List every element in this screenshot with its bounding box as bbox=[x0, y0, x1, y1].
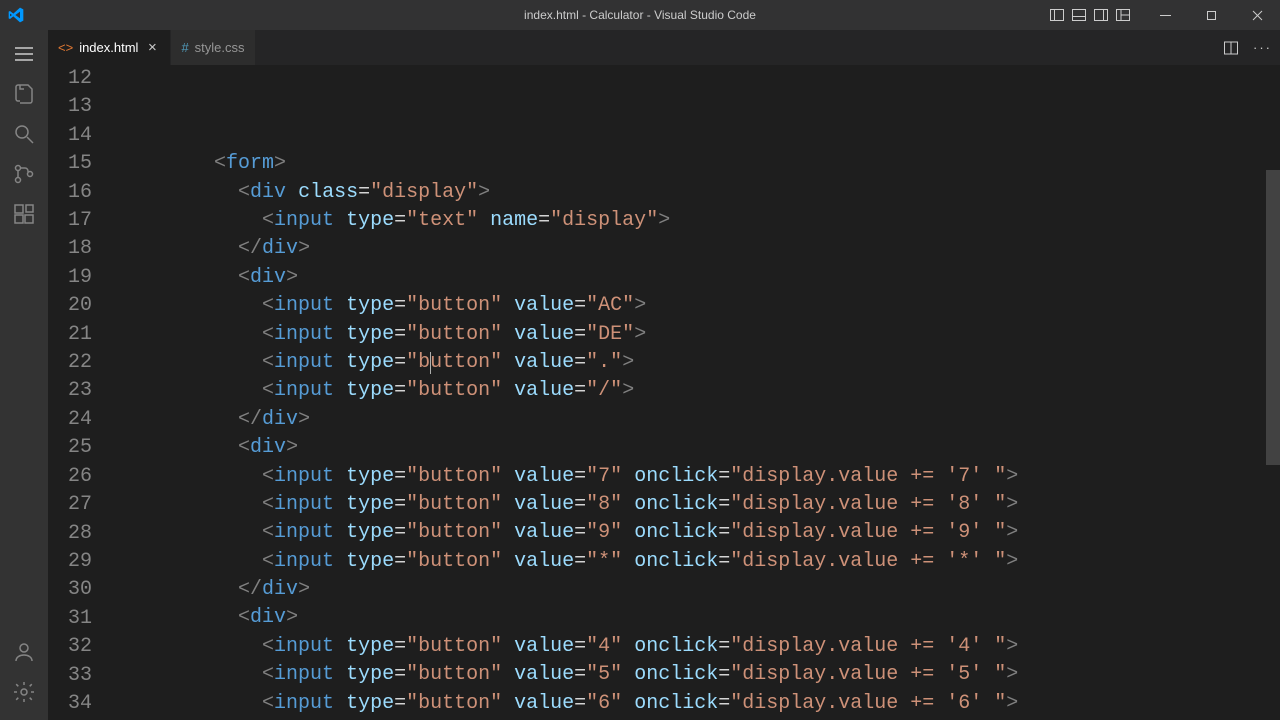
vscode-icon bbox=[8, 7, 24, 23]
line-number: 12 bbox=[48, 65, 92, 93]
code-line[interactable]: <input type="button" value="7" onclick="… bbox=[118, 463, 1280, 491]
line-number: 18 bbox=[48, 235, 92, 263]
file-icon: <> bbox=[58, 40, 73, 55]
maximize-button[interactable] bbox=[1188, 0, 1234, 30]
vertical-scrollbar[interactable] bbox=[1266, 65, 1280, 720]
settings-gear-icon[interactable] bbox=[0, 672, 48, 712]
search-icon[interactable] bbox=[0, 114, 48, 154]
code-line[interactable]: </div> bbox=[118, 406, 1280, 434]
code-line[interactable]: <input type="button" value="AC"> bbox=[118, 292, 1280, 320]
activity-bar bbox=[0, 30, 48, 720]
minimize-button[interactable] bbox=[1142, 0, 1188, 30]
panel-left-icon[interactable] bbox=[1046, 0, 1068, 30]
code-line[interactable]: <input type="button" value="6" onclick="… bbox=[118, 690, 1280, 718]
line-number: 31 bbox=[48, 605, 92, 633]
line-number-gutter: 1213141516171819202122232425262728293031… bbox=[48, 65, 118, 720]
line-number: 14 bbox=[48, 122, 92, 150]
code-line[interactable]: <div> bbox=[118, 434, 1280, 462]
line-number: 16 bbox=[48, 179, 92, 207]
code-line[interactable]: <div> bbox=[118, 264, 1280, 292]
window-title: index.html - Calculator - Visual Studio … bbox=[524, 8, 756, 22]
line-number: 27 bbox=[48, 491, 92, 519]
file-icon: # bbox=[181, 40, 188, 55]
code-line[interactable]: <input type="button" value="DE"> bbox=[118, 321, 1280, 349]
text-cursor bbox=[430, 352, 431, 374]
panel-bottom-icon[interactable] bbox=[1068, 0, 1090, 30]
code-line[interactable]: <input type="button" value="/"> bbox=[118, 377, 1280, 405]
close-tab-icon[interactable]: × bbox=[144, 39, 160, 56]
line-number: 32 bbox=[48, 633, 92, 661]
tab-style-css[interactable]: # style.css bbox=[171, 30, 255, 65]
code-line[interactable]: <form> bbox=[118, 150, 1280, 178]
accounts-icon[interactable] bbox=[0, 632, 48, 672]
line-number: 21 bbox=[48, 321, 92, 349]
tab-index-html[interactable]: <> index.html × bbox=[48, 30, 171, 65]
line-number: 19 bbox=[48, 264, 92, 292]
code-line[interactable]: </div> bbox=[118, 235, 1280, 263]
line-number: 20 bbox=[48, 292, 92, 320]
code-line[interactable]: </div> bbox=[118, 576, 1280, 604]
line-number: 17 bbox=[48, 207, 92, 235]
menu-icon[interactable] bbox=[0, 34, 48, 74]
scrollbar-thumb[interactable] bbox=[1266, 170, 1280, 465]
line-number: 33 bbox=[48, 662, 92, 690]
code-line[interactable]: <input type="button" value="*" onclick="… bbox=[118, 548, 1280, 576]
line-number: 24 bbox=[48, 406, 92, 434]
editor-tabs: <> index.html × # style.css ··· bbox=[48, 30, 1280, 65]
line-number: 23 bbox=[48, 377, 92, 405]
extensions-icon[interactable] bbox=[0, 194, 48, 234]
line-number: 30 bbox=[48, 576, 92, 604]
line-number: 28 bbox=[48, 520, 92, 548]
split-editor-icon[interactable] bbox=[1223, 40, 1239, 56]
layout-controls bbox=[1046, 0, 1134, 30]
line-number: 13 bbox=[48, 93, 92, 121]
editor-body[interactable]: 1213141516171819202122232425262728293031… bbox=[48, 65, 1280, 720]
panel-right-icon[interactable] bbox=[1090, 0, 1112, 30]
code-line[interactable]: <input type="button" value="5" onclick="… bbox=[118, 661, 1280, 689]
line-number: 15 bbox=[48, 150, 92, 178]
line-number: 29 bbox=[48, 548, 92, 576]
line-number: 34 bbox=[48, 690, 92, 718]
code-line[interactable]: <input type="button" value="4" onclick="… bbox=[118, 633, 1280, 661]
line-number: 22 bbox=[48, 349, 92, 377]
source-control-icon[interactable] bbox=[0, 154, 48, 194]
code-line[interactable]: <div class="display"> bbox=[118, 179, 1280, 207]
code-line[interactable]: <input type="button" value="8" onclick="… bbox=[118, 491, 1280, 519]
close-button[interactable] bbox=[1234, 0, 1280, 30]
explorer-icon[interactable] bbox=[0, 74, 48, 114]
code-line[interactable]: <input type="button" value="."> bbox=[118, 349, 1280, 377]
line-number: 26 bbox=[48, 463, 92, 491]
tab-label: style.css bbox=[195, 40, 245, 55]
layout-custom-icon[interactable] bbox=[1112, 0, 1134, 30]
code-line[interactable]: <input type="text" name="display"> bbox=[118, 207, 1280, 235]
code-area[interactable]: <form> <div class="display"> <input type… bbox=[118, 65, 1280, 720]
line-number: 25 bbox=[48, 434, 92, 462]
title-bar: index.html - Calculator - Visual Studio … bbox=[0, 0, 1280, 30]
more-actions-icon[interactable]: ··· bbox=[1253, 40, 1272, 55]
code-line[interactable]: <div> bbox=[118, 604, 1280, 632]
code-line[interactable]: <input type="button" value="9" onclick="… bbox=[118, 519, 1280, 547]
tab-label: index.html bbox=[79, 40, 138, 55]
